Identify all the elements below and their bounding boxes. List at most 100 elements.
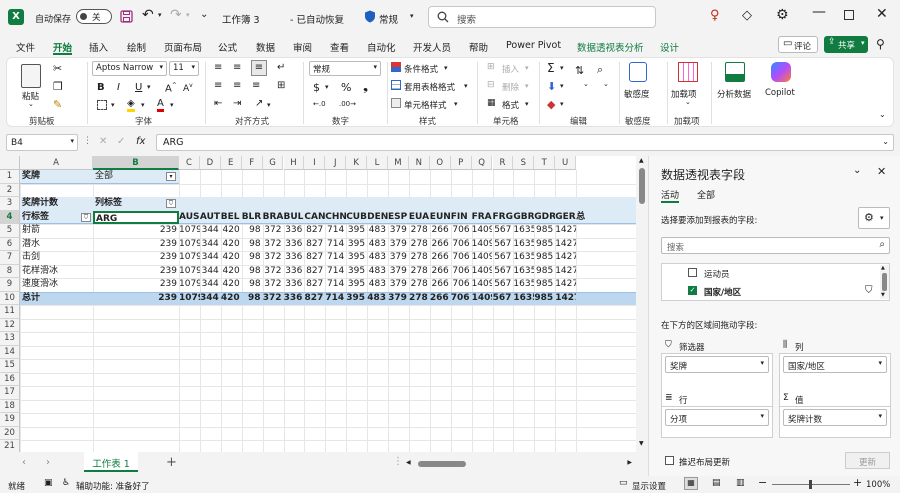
horizontal-scrollbar[interactable]: ◀ ▶ [404, 459, 634, 469]
column-header[interactable]: N [408, 156, 430, 170]
field-search-input[interactable]: 搜索 ⌕ [661, 237, 890, 254]
pivot-row-name[interactable]: 花样滑冰 [22, 265, 92, 279]
pivot-value-cell[interactable]: 420 [221, 265, 242, 279]
increase-decimal-icon[interactable]: ←.0 [313, 100, 326, 108]
redo-icon[interactable]: ↷ [170, 7, 182, 23]
horizontal-scroll-thumb[interactable] [418, 461, 466, 467]
pivot-total-cell[interactable]: 98 [242, 292, 263, 306]
pivot-row-name[interactable]: 速度滑冰 [22, 278, 92, 292]
pivot-total-cell[interactable]: 985 [534, 292, 555, 306]
customize-toolbar-icon[interactable]: ⌄ [200, 9, 208, 20]
pivot-country-header[interactable]: CAN [304, 211, 325, 225]
pivot-value-cell[interactable]: 1635 [513, 224, 534, 238]
field-checkbox-athlete[interactable] [688, 268, 697, 277]
column-header[interactable]: L [367, 156, 388, 170]
sort-filter-dropdown-icon[interactable]: ⌄ [583, 80, 589, 88]
pivot-value-cell[interactable]: 278 [409, 224, 430, 238]
wrap-text-icon[interactable]: ↵ [277, 62, 285, 73]
addins-icon[interactable] [678, 62, 698, 82]
field-scroll-up-icon[interactable]: ▲ [881, 265, 885, 271]
column-header[interactable]: H [283, 156, 305, 170]
pane-settings-button[interactable]: ⚙ ▾ [858, 207, 890, 229]
sensitivity-ribbon-icon[interactable] [629, 62, 647, 82]
addins-dropdown-icon[interactable]: ⌄ [685, 98, 691, 106]
pivot-value-cell[interactable]: 985 [534, 251, 555, 265]
ribbon-collapse-icon[interactable]: ⌄ [879, 110, 886, 119]
add-sheet-icon[interactable]: + [166, 455, 177, 470]
row-header[interactable]: 19 [0, 413, 20, 427]
pivot-value-cell[interactable]: 336 [284, 278, 305, 292]
page-layout-view-icon[interactable]: ▤ [712, 478, 721, 488]
delete-cells-dropdown-icon[interactable]: ▾ [525, 82, 529, 90]
addins-button[interactable]: 加载项 [671, 88, 697, 100]
confirm-entry-icon[interactable]: ✓ [117, 136, 125, 147]
pivot-country-header[interactable]: ARG [93, 210, 179, 224]
pivot-row-name[interactable]: 潜水 [22, 238, 92, 252]
column-header[interactable]: I [304, 156, 326, 170]
pane-options-icon[interactable]: ⌄ [853, 165, 861, 176]
pivot-total-cell[interactable]: 1635 [513, 292, 534, 306]
pivot-value-cell[interactable]: 1427 [555, 265, 576, 279]
pivot-value-cell[interactable]: 420 [221, 238, 242, 252]
pivot-value-cell[interactable]: 1635 [513, 251, 534, 265]
pivot-value-cell[interactable]: 567 [493, 265, 514, 279]
normal-view-icon[interactable]: ▦ [684, 477, 698, 490]
tab-data[interactable]: 数据 [256, 40, 275, 54]
field-label-country[interactable]: 国家/地区 [704, 286, 741, 298]
insert-cells-dropdown-icon[interactable]: ▾ [525, 64, 529, 72]
row-header[interactable]: 2 [0, 183, 20, 197]
pivot-value-cell[interactable]: 1427 [555, 278, 576, 292]
pivot-value-cell[interactable]: 379 [388, 278, 409, 292]
zoom-in-icon[interactable]: + [853, 476, 862, 489]
pivot-country-header[interactable]: AUT [200, 211, 221, 225]
pivot-country-header[interactable]: FRG [493, 211, 514, 225]
vertical-scrollbar[interactable]: ▲ ▼ [636, 156, 648, 452]
display-settings-button[interactable]: 显示设置 [632, 480, 666, 492]
pivot-country-header[interactable]: DEN [367, 211, 388, 225]
pivot-filter-dropdown-icon[interactable]: ▾ [166, 172, 176, 181]
pivot-value-cell[interactable]: 1409 [472, 278, 493, 292]
update-button[interactable]: 更新 [845, 452, 890, 469]
row-header[interactable]: 4 [0, 210, 20, 224]
pivot-value-cell[interactable]: 706 [451, 251, 472, 265]
scroll-down-icon[interactable]: ▼ [639, 440, 644, 447]
column-header[interactable]: S [513, 156, 535, 170]
pivot-value-cell[interactable]: 420 [221, 251, 242, 265]
row-header[interactable]: 3 [0, 197, 20, 211]
row-header[interactable]: 9 [0, 278, 20, 292]
increase-indent-icon[interactable]: ⇥ [233, 98, 241, 109]
row-header[interactable]: 5 [0, 224, 20, 238]
maximize-icon[interactable] [844, 10, 854, 20]
tab-insert[interactable]: 插入 [89, 40, 108, 54]
decrease-font-icon[interactable]: Av [183, 82, 193, 94]
pivot-total-cell[interactable]: 336 [284, 292, 305, 306]
pivot-total-cell[interactable]: 483 [367, 292, 388, 306]
delete-cells-button[interactable]: 删除 [502, 81, 519, 93]
pivot-value-cell[interactable]: 420 [221, 224, 242, 238]
column-header[interactable]: Q [471, 156, 493, 170]
tab-page-layout[interactable]: 页面布局 [164, 40, 202, 54]
fill-color-dropdown-icon[interactable]: ▾ [141, 101, 145, 109]
zoom-out-icon[interactable]: − [758, 476, 767, 489]
insert-function-icon[interactable]: fx [136, 136, 145, 147]
pivot-value-cell[interactable]: 567 [493, 278, 514, 292]
conditional-format-icon[interactable] [391, 62, 401, 72]
paste-icon[interactable] [21, 64, 41, 88]
pivot-country-header[interactable]: EUN [430, 211, 451, 225]
pivot-value-cell[interactable]: 372 [263, 224, 284, 238]
pivot-country-header[interactable]: BUL [284, 211, 305, 225]
pivot-value-cell[interactable]: 714 [325, 265, 346, 279]
page-break-view-icon[interactable]: ▥ [736, 478, 745, 488]
pivot-value-cell[interactable]: 483 [367, 224, 388, 238]
lightbulb-icon[interactable]: ♀ [710, 8, 720, 23]
sheet-tab-active[interactable]: 工作表 1 [84, 452, 138, 472]
scroll-left-icon[interactable]: ◀ [406, 459, 411, 466]
pivot-value-cell[interactable]: 567 [493, 238, 514, 252]
pivot-value-cell[interactable]: 372 [263, 238, 284, 252]
analyze-data-icon[interactable] [725, 62, 745, 82]
bold-icon[interactable]: B [97, 82, 105, 93]
next-sheet-icon[interactable]: › [46, 457, 50, 468]
row-header[interactable]: 13 [0, 332, 20, 346]
macro-record-icon[interactable]: ▣ [44, 478, 53, 488]
row-header[interactable]: 7 [0, 251, 20, 265]
